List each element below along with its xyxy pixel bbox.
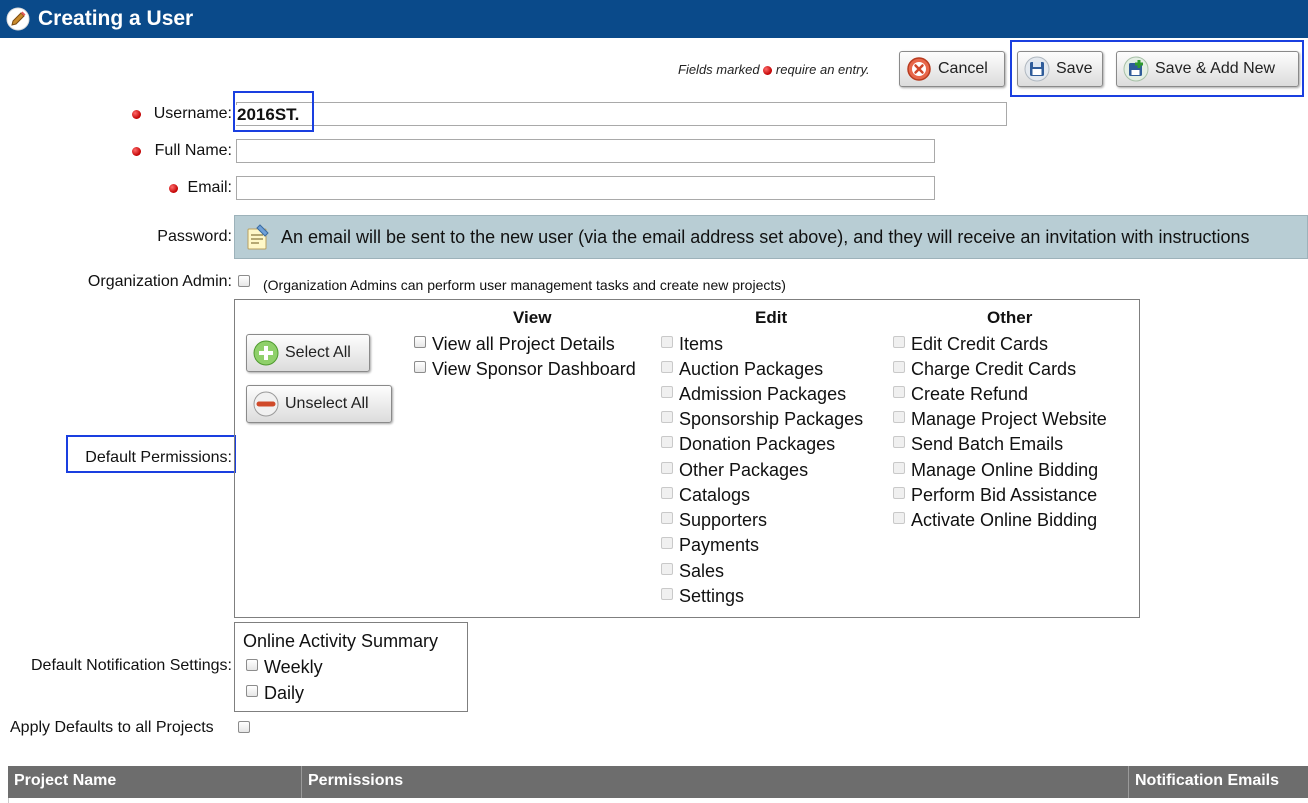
checkbox[interactable] xyxy=(661,336,673,349)
notification-daily[interactable]: Daily xyxy=(246,683,304,704)
notification-box: Online Activity Summary Weekly Daily xyxy=(234,622,468,712)
checkbox[interactable] xyxy=(893,361,905,374)
perm-edit-supporters[interactable]: Supporters xyxy=(661,510,767,531)
perm-edit-donation-packages[interactable]: Donation Packages xyxy=(661,434,835,455)
fullname-input[interactable] xyxy=(236,139,935,163)
floppy-disk-icon xyxy=(1024,56,1050,82)
minus-icon xyxy=(253,391,279,417)
checkbox[interactable] xyxy=(893,386,905,399)
password-label: Password: xyxy=(157,228,232,245)
save-and-add-new-button[interactable]: Save & Add New xyxy=(1116,51,1299,87)
view-column-header: View xyxy=(513,308,552,327)
checkbox[interactable] xyxy=(246,685,258,698)
checkbox[interactable] xyxy=(661,436,673,449)
permissions-box: Select All Unselect All View Edit Other … xyxy=(234,299,1140,618)
perm-edit-sales[interactable]: Sales xyxy=(661,561,724,582)
other-column-header: Other xyxy=(987,308,1033,327)
checkbox[interactable] xyxy=(893,336,905,349)
perm-view-all-project-details[interactable]: View all Project Details xyxy=(414,334,615,355)
column-project-name[interactable]: Project Name xyxy=(8,766,302,798)
perm-edit-catalogs[interactable]: Catalogs xyxy=(661,485,750,506)
checkbox[interactable] xyxy=(893,462,905,475)
notification-weekly[interactable]: Weekly xyxy=(246,657,323,678)
default-permissions-label: Default Permissions: xyxy=(85,449,232,466)
username-label: Username: xyxy=(153,105,232,122)
unselect-all-button[interactable]: Unselect All xyxy=(246,385,392,423)
perm-other-manage-project-website[interactable]: Manage Project Website xyxy=(893,409,1107,430)
column-notification-emails[interactable]: Notification Emails xyxy=(1129,766,1308,798)
cancel-button[interactable]: Cancel xyxy=(899,51,1005,87)
perm-edit-settings[interactable]: Settings xyxy=(661,586,744,607)
table-body-start xyxy=(8,798,1308,803)
checkbox[interactable] xyxy=(661,361,673,374)
org-admin-note: (Organization Admins can perform user ma… xyxy=(263,277,786,293)
edit-column-header: Edit xyxy=(755,308,788,327)
perm-edit-items[interactable]: Items xyxy=(661,334,723,355)
note-icon xyxy=(247,224,269,250)
save-add-icon xyxy=(1123,56,1149,82)
perm-edit-other-packages[interactable]: Other Packages xyxy=(661,460,808,481)
perm-edit-auction-packages[interactable]: Auction Packages xyxy=(661,359,823,380)
checkbox[interactable] xyxy=(661,462,673,475)
org-admin-label: Organization Admin: xyxy=(87,273,232,290)
perm-other-perform-bid-assistance[interactable]: Perform Bid Assistance xyxy=(893,485,1097,506)
username-input[interactable] xyxy=(236,102,1007,126)
plus-icon xyxy=(253,340,279,366)
perm-view-sponsor-dashboard[interactable]: View Sponsor Dashboard xyxy=(414,359,636,380)
default-notification-label: Default Notification Settings: xyxy=(31,657,232,674)
checkbox[interactable] xyxy=(893,411,905,424)
fullname-label: Full Name: xyxy=(154,142,232,159)
checkbox[interactable] xyxy=(414,361,426,374)
email-input[interactable] xyxy=(236,176,935,200)
perm-other-manage-online-bidding[interactable]: Manage Online Bidding xyxy=(893,460,1098,481)
checkbox[interactable] xyxy=(893,436,905,449)
checkbox[interactable] xyxy=(661,386,673,399)
notification-title: Online Activity Summary xyxy=(243,631,439,651)
select-all-button[interactable]: Select All xyxy=(246,334,370,372)
checkbox[interactable] xyxy=(414,336,426,349)
column-permissions[interactable]: Permissions xyxy=(302,766,1129,798)
apply-defaults-checkbox[interactable] xyxy=(238,721,250,733)
checkbox[interactable] xyxy=(661,487,673,500)
apply-defaults-label: Apply Defaults to all Projects xyxy=(10,719,214,736)
required-dot-icon xyxy=(763,66,773,76)
checkbox[interactable] xyxy=(893,487,905,500)
perm-edit-admission-packages[interactable]: Admission Packages xyxy=(661,384,846,405)
checkbox[interactable] xyxy=(661,512,673,525)
perm-edit-sponsorship-packages[interactable]: Sponsorship Packages xyxy=(661,409,863,430)
checkbox[interactable] xyxy=(893,512,905,525)
checkbox[interactable] xyxy=(661,588,673,601)
checkbox[interactable] xyxy=(661,537,673,550)
required-note: Fields marked require an entry. xyxy=(678,62,870,77)
title-bar: Creating a User xyxy=(0,0,1308,38)
email-label: Email: xyxy=(187,179,232,196)
checkbox[interactable] xyxy=(661,563,673,576)
page-title: Creating a User xyxy=(38,7,194,30)
org-admin-checkbox[interactable] xyxy=(238,275,250,287)
perm-other-activate-online-bidding[interactable]: Activate Online Bidding xyxy=(893,510,1097,531)
perm-other-create-refund[interactable]: Create Refund xyxy=(893,384,1028,405)
checkbox[interactable] xyxy=(661,411,673,424)
checkbox[interactable] xyxy=(246,659,258,672)
username-value-text: 2016ST. xyxy=(236,105,301,125)
perm-other-edit-credit-cards[interactable]: Edit Credit Cards xyxy=(893,334,1048,355)
pencil-icon xyxy=(6,7,30,31)
save-button[interactable]: Save xyxy=(1017,51,1103,87)
perm-other-charge-credit-cards[interactable]: Charge Credit Cards xyxy=(893,359,1076,380)
password-info-note: An email will be sent to the new user (v… xyxy=(234,215,1308,259)
projects-table-header: Project Name Permissions Notification Em… xyxy=(8,766,1308,798)
perm-other-send-batch-emails[interactable]: Send Batch Emails xyxy=(893,434,1063,455)
cancel-icon xyxy=(907,57,931,81)
perm-edit-payments[interactable]: Payments xyxy=(661,535,759,556)
